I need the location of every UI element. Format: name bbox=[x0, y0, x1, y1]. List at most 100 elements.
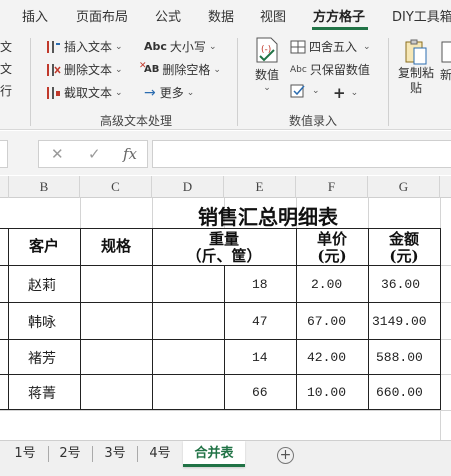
numeric-label: 数值 bbox=[254, 68, 279, 82]
header-price-line2: (元) bbox=[317, 247, 347, 265]
case-button[interactable]: Abc 大小写 ⌄ bbox=[144, 38, 216, 55]
cell-price[interactable]: 42.00 bbox=[307, 350, 346, 365]
cell-customer[interactable]: 蒋菁 bbox=[28, 383, 56, 403]
column-header-row: B C D E F G bbox=[0, 176, 451, 198]
column-header-b[interactable]: B bbox=[9, 176, 80, 198]
menu-bar: 插入 页面布局 公式 数据 视图 方方格子 DIY工具箱 bbox=[0, 0, 451, 30]
menu-data[interactable]: 数据 bbox=[208, 6, 234, 25]
table-border bbox=[0, 265, 440, 266]
column-header-h[interactable] bbox=[440, 176, 451, 198]
tab-merged[interactable]: 合并表 bbox=[183, 441, 245, 467]
round-label: 四舍五入 bbox=[309, 40, 358, 54]
gridline bbox=[152, 198, 153, 228]
delete-text-button[interactable]: 删除文本 ⌄ bbox=[45, 61, 123, 78]
name-box[interactable] bbox=[0, 140, 8, 168]
table-border bbox=[80, 228, 81, 410]
numeric-button[interactable]: (-) 数值 ⌄ bbox=[252, 36, 282, 93]
cell-customer[interactable]: 韩咏 bbox=[28, 312, 56, 332]
menu-insert[interactable]: 插入 bbox=[22, 6, 48, 25]
copy-paste-label: 复制粘贴 bbox=[398, 66, 435, 95]
header-spec: 规格 bbox=[100, 237, 131, 255]
column-header-c[interactable]: C bbox=[80, 176, 152, 198]
gridline bbox=[440, 374, 451, 375]
delete-text-icon bbox=[45, 63, 61, 77]
tab-sheet-4[interactable]: 4号 bbox=[145, 441, 175, 467]
menu-page-layout[interactable]: 页面布局 bbox=[76, 6, 128, 25]
cell-price[interactable]: 10.00 bbox=[307, 385, 346, 400]
new-icon bbox=[440, 38, 451, 66]
keep-numbers-label: 只保留数值 bbox=[309, 63, 370, 77]
copy-paste-button[interactable]: 复制粘贴 bbox=[398, 38, 434, 96]
column-header-f[interactable]: F bbox=[296, 176, 368, 198]
tab-separator bbox=[48, 446, 49, 462]
menu-formulas[interactable]: 公式 bbox=[155, 6, 181, 25]
insert-text-button[interactable]: 插入文本 ⌄ bbox=[45, 38, 123, 55]
confirm-icon[interactable]: ✓ bbox=[88, 145, 101, 163]
add-sheet-icon[interactable]: + bbox=[277, 447, 294, 464]
cell-customer[interactable]: 褚芳 bbox=[28, 348, 56, 368]
extract-text-icon bbox=[45, 86, 61, 100]
cell-weight[interactable]: 18 bbox=[252, 277, 268, 292]
column-header-d[interactable]: D bbox=[152, 176, 224, 198]
gridline bbox=[440, 265, 451, 266]
tab-sheet-2[interactable]: 2号 bbox=[55, 441, 85, 467]
tab-separator bbox=[137, 446, 138, 462]
extract-text-button[interactable]: 截取文本 ⌄ bbox=[45, 84, 123, 101]
tab-sheet-3[interactable]: 3号 bbox=[100, 441, 130, 467]
delete-spaces-button[interactable]: ✕ AB 删除空格 ⌄ bbox=[139, 61, 221, 78]
tab-sheet-1[interactable]: 1号 bbox=[10, 441, 40, 467]
ribbon: 文 文 行 插入文本 ⌄ 删除文本 ⌄ 截取文本 ⌄ Abc 大小写 ⌄ ✕ AB 删除空… bbox=[0, 30, 451, 130]
ribbon-partial-3[interactable]: 行 bbox=[0, 82, 12, 99]
abc-icon: Abc bbox=[290, 64, 307, 75]
keep-numbers-button[interactable]: Abc 只保留数值 bbox=[290, 61, 370, 78]
cell-weight[interactable]: 14 bbox=[252, 350, 268, 365]
header-weight-line2: （斤、筐） bbox=[186, 247, 262, 265]
header-price-line1: 单价 bbox=[316, 230, 347, 248]
header-weight: 重量 （斤、筐） bbox=[152, 231, 296, 265]
delete-spaces-icon: ✕ AB bbox=[139, 61, 160, 75]
header-customer: 客户 bbox=[28, 237, 59, 255]
cancel-icon[interactable]: ✕ bbox=[51, 145, 64, 163]
header-price: 单价 (元) bbox=[296, 231, 368, 265]
menu-fangfang[interactable]: 方方格子 bbox=[313, 6, 365, 25]
cell-weight[interactable]: 47 bbox=[252, 314, 268, 329]
menu-view[interactable]: 视图 bbox=[260, 6, 286, 25]
row-corner[interactable] bbox=[0, 176, 9, 198]
column-header-e[interactable]: E bbox=[224, 176, 296, 198]
cell-customer[interactable]: 赵莉 bbox=[28, 275, 56, 295]
cell-weight[interactable]: 66 bbox=[252, 385, 268, 400]
add-button[interactable]: + ⌄ bbox=[333, 84, 358, 102]
ribbon-partial-1[interactable]: 文 bbox=[0, 38, 12, 55]
header-weight-line1: 重量 bbox=[208, 230, 239, 248]
new-button[interactable]: 新 bbox=[440, 38, 451, 83]
table-border bbox=[0, 374, 440, 375]
gridline bbox=[440, 302, 451, 303]
cell-amount[interactable]: 36.00 bbox=[381, 277, 420, 292]
function-icon[interactable]: fx bbox=[123, 145, 137, 163]
more-button[interactable]: → 更多 ⌄ bbox=[144, 84, 194, 101]
ribbon-partial-2[interactable]: 文 bbox=[0, 60, 12, 77]
header-amount-line2: (元) bbox=[389, 247, 419, 265]
tab-separator bbox=[92, 446, 93, 462]
round-button[interactable]: 四舍五入 ⌄ bbox=[290, 38, 371, 55]
cell-amount[interactable]: 3149.00 bbox=[372, 314, 427, 329]
cell-amount[interactable]: 660.00 bbox=[376, 385, 423, 400]
header-amount-line1: 金额 bbox=[388, 230, 419, 248]
delete-spaces-label: 删除空格 bbox=[162, 63, 211, 77]
cell-price[interactable]: 67.00 bbox=[307, 314, 346, 329]
cell-amount[interactable]: 588.00 bbox=[376, 350, 423, 365]
table-border bbox=[0, 302, 440, 303]
gridline bbox=[440, 339, 451, 340]
menu-diy-toolbox[interactable]: DIY工具箱 bbox=[392, 6, 451, 25]
formula-input[interactable] bbox=[152, 140, 451, 168]
insert-text-label: 插入文本 bbox=[64, 40, 113, 54]
quick-number-button[interactable]: ⌄ bbox=[290, 84, 320, 98]
ribbon-separator bbox=[388, 38, 389, 126]
column-header-g[interactable]: G bbox=[368, 176, 440, 198]
number-group-label: 数值录入 bbox=[289, 114, 338, 128]
text-group-label: 高级文本处理 bbox=[100, 114, 173, 128]
formula-bar bbox=[0, 131, 451, 175]
cell-price[interactable]: 2.00 bbox=[311, 277, 342, 292]
ribbon-separator bbox=[30, 38, 31, 126]
table-border bbox=[0, 339, 440, 340]
